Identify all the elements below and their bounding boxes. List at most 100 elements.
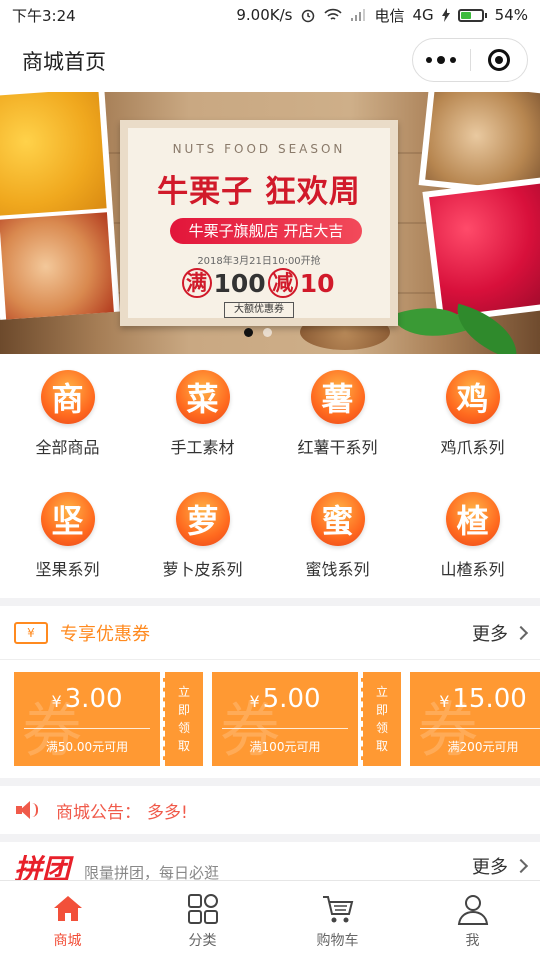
more-label: 更多 [472,857,508,878]
category-icon: 商 [40,370,95,424]
category-label: 红薯干系列 [297,438,378,457]
coupon-section-header: ¥ 专享优惠券 更多 [0,606,540,660]
coupon-amount-row: ¥5.00 [212,684,358,714]
category-item[interactable]: 萝萝卜皮系列 [135,492,270,604]
claim-char: 立 [177,685,190,699]
tab-cart[interactable]: 购物车 [270,881,405,960]
banner-title: 牛栗子 狂欢周 [157,174,361,210]
coupon-condition: 满200元可用 [447,740,519,754]
chevron-right-icon [513,625,529,640]
discount-amount: 10 [299,268,335,298]
banner-coupon-badge: 大额优惠券 [224,302,294,318]
currency-symbol: ¥ [439,692,450,711]
coupon-list[interactable]: 券 ¥3.00 满50.00元可用立即领取券 ¥5.00 满100元可用立即领取券 ¥15… [0,660,540,778]
currency-symbol: ¥ [51,692,62,711]
tab-home[interactable]: 商城 [0,881,135,960]
coupon-card[interactable]: 券 ¥5.00 满100元可用立即领取 [212,672,401,766]
tab-category[interactable]: 分类 [135,881,270,960]
coupon-amount: 3.00 [64,684,123,714]
claim-coupon-button[interactable]: 立即领取 [163,672,203,766]
claim-char: 即 [375,703,388,717]
group-buy-logo: 拼团 [14,853,71,882]
banner-carousel[interactable]: NUTS FOOD SEASON 牛栗子 狂欢周 牛栗子旗舰店 开店大吉 201… [0,92,540,354]
battery-icon [457,8,487,22]
banner-store-pill: 牛栗子旗舰店 开店大吉 [170,218,362,244]
status-bar: 下午3:24 9.00K/s 电信 4G 54% [0,0,540,30]
category-item[interactable]: 薯红薯干系列 [270,370,405,482]
coupon-body: 券 ¥15.00 满200元可用 [410,672,540,766]
speaker-icon [14,799,38,821]
coupon-section-title: 专享优惠券 [60,623,150,645]
group-buy-header: 拼团 限量拼团，每日必逛 更多 [0,842,540,882]
claim-char: 领 [375,721,388,735]
tab-label: 分类 [188,932,217,949]
tab-label: 我 [465,932,480,949]
nav-bar: 商城首页 [0,30,540,92]
coupon-condition: 满100元可用 [249,740,321,754]
coupon-card[interactable]: 券¥15.00满200元可用立即领取 [410,672,540,766]
charging-icon [441,8,450,22]
category-icon: 鸡 [445,370,500,424]
coupon-body: 券 ¥3.00 满50.00元可用 [14,672,160,766]
category-item[interactable]: 鸡鸡爪系列 [405,370,540,482]
coupon-card[interactable]: 券 ¥3.00 满50.00元可用立即领取 [14,672,203,766]
category-icon: 楂 [445,492,500,546]
tab-label: 商城 [53,932,82,949]
announcement-text: 多多! [147,802,188,823]
claim-coupon-button[interactable]: 立即领取 [361,672,401,766]
coupon-amount: 5.00 [262,684,321,714]
category-item[interactable]: 菜手工素材 [135,370,270,482]
more-label: 更多 [472,623,508,645]
tab-me[interactable]: 我 [405,881,540,960]
carousel-dot[interactable] [263,328,272,337]
coupon-condition: 满50.00元可用 [45,740,129,754]
category-label: 全部商品 [35,438,100,457]
claim-char: 即 [177,703,190,717]
coupon-more-link[interactable]: 更多 [472,620,529,646]
category-label: 山楂系列 [440,560,505,579]
announcement-label: 商城公告： [56,802,141,823]
network-type: 4G [412,6,434,24]
carousel-dot[interactable] [244,328,253,337]
more-menu-button[interactable] [413,39,470,81]
coupon-amount: 15.00 [452,684,527,714]
claim-char: 取 [177,739,190,753]
banner-date: 2018年3月21日10:00开抢 [197,256,321,267]
signal-icon [351,9,366,21]
chevron-right-icon [513,858,529,874]
network-speed: 9.00K/s [236,6,293,24]
banner-english-text: NUTS FOOD SEASON [172,142,346,156]
coupon-ticket-icon: ¥ [14,621,48,644]
category-icon: 薯 [310,370,365,424]
coupon-body: 券 ¥5.00 满100元可用 [212,672,358,766]
announcement-bar[interactable]: 商城公告： 多多! [0,786,540,834]
category-label: 坚果系列 [35,560,100,579]
coupon-amount-row: ¥3.00 [14,684,160,714]
claim-char: 取 [375,739,388,753]
status-time: 下午3:24 [12,6,76,25]
category-icon: 萝 [175,492,230,546]
category-item[interactable]: 商全部商品 [0,370,135,482]
claim-char: 立 [375,685,388,699]
claim-char: 领 [177,721,190,735]
coupon-amount-row: ¥15.00 [410,684,540,714]
group-buy-more-link[interactable]: 更多 [472,853,529,879]
close-mini-program-button[interactable] [471,39,528,81]
category-icon: 蜜 [310,492,365,546]
category-label: 鸡爪系列 [440,438,505,457]
discount-man-mark: 满 [181,268,212,298]
category-item[interactable]: 楂山楂系列 [405,492,540,604]
banner-food-photo-left [0,92,120,320]
category-item[interactable]: 坚坚果系列 [0,492,135,604]
category-label: 萝卜皮系列 [162,560,243,579]
battery-level: 54% [494,6,528,24]
mini-program-capsule [412,38,528,82]
banner-bayberry-photo [422,176,540,324]
alarm-icon [302,9,315,23]
category-item[interactable]: 蜜蜜饯系列 [270,492,405,604]
banner-discount: 满 100 减 10 [128,268,390,298]
category-icon: 菜 [175,370,230,424]
user-icon [457,894,488,925]
cart-icon [322,895,353,922]
tab-label: 购物车 [316,932,359,949]
